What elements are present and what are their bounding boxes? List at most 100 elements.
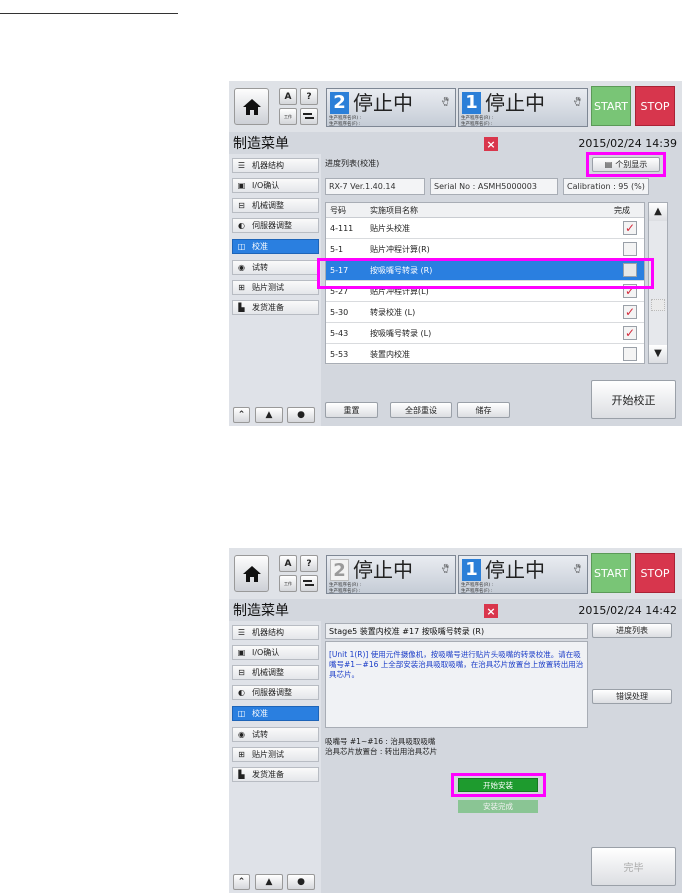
sidebar-item-io-check[interactable]: ▣ I/O确认 bbox=[232, 178, 319, 193]
start-button[interactable]: START bbox=[591, 553, 631, 593]
home-button[interactable] bbox=[234, 555, 269, 592]
servo-icon: ◐ bbox=[238, 688, 245, 697]
highlight-box bbox=[451, 773, 546, 797]
empty-checkbox[interactable] bbox=[623, 347, 637, 361]
help-button[interactable]: ? bbox=[300, 88, 318, 105]
finish-button[interactable]: 完毕 bbox=[591, 847, 676, 886]
test-run-icon: ◉ bbox=[238, 730, 245, 739]
header-bar: A ? 工作 2 停止中 🖐︎ 生产程序名(R) : 生产程序名(F) : 1 停… bbox=[229, 81, 682, 132]
table-row[interactable]: 5-53 装置内校准 bbox=[326, 344, 644, 365]
double-chevron-up-icon: ⌃ bbox=[237, 877, 246, 887]
scroll-down-arrow-icon[interactable]: ▼ bbox=[649, 345, 667, 363]
machine-icon: ⊟ bbox=[238, 201, 245, 210]
empty-checkbox[interactable] bbox=[623, 242, 637, 256]
sidebar-item-machine-structure[interactable]: ☰ 机器结构 bbox=[232, 158, 319, 173]
datetime: 2015/02/24 14:39 bbox=[578, 137, 677, 150]
sidebar-item-servo-adjust[interactable]: ◐ 伺服器调整 bbox=[232, 218, 319, 233]
row-name: 转录校准 (L) bbox=[370, 308, 416, 317]
sidebar-item-placement-test[interactable]: ⊞ 贴片测试 bbox=[232, 747, 319, 762]
sidebar-item-io-check[interactable]: ▣ I/O确认 bbox=[232, 645, 319, 660]
row-code: 5-1 bbox=[330, 245, 344, 254]
main-content: 进度列表(校准) ▤ 个别显示 RX-7 Ver.1.40.14 Serial N… bbox=[317, 152, 679, 426]
row-code: 5-30 bbox=[330, 308, 349, 317]
warning-button[interactable]: ▲ bbox=[255, 874, 283, 890]
sidebar-item-calibration[interactable]: ◫ 校准 bbox=[232, 706, 319, 721]
stage-status: 停止中 bbox=[485, 91, 545, 115]
table-row[interactable]: 5-30 转录校准 (L) ✓ bbox=[326, 302, 644, 323]
close-button[interactable]: × bbox=[484, 604, 498, 618]
sidebar-item-calibration[interactable]: ◫ 校准 bbox=[232, 239, 319, 254]
program-name-lines: 生产程序名(R) : 生产程序名(F) : bbox=[329, 116, 362, 127]
work-button[interactable]: 工作 bbox=[279, 108, 297, 125]
test-run-icon: ◉ bbox=[238, 263, 245, 272]
sidebar-item-test-run[interactable]: ◉ 试转 bbox=[232, 260, 319, 275]
table-row[interactable]: 5-1 贴片冲程计算(R) bbox=[326, 239, 644, 260]
machine-icon: 🖐︎ bbox=[441, 564, 449, 575]
home-button[interactable] bbox=[234, 88, 269, 125]
collapse-button[interactable]: ⌃ bbox=[233, 407, 250, 423]
step-title: Stage5 装置内校准 #17 按吸嘴号转录 (R) bbox=[325, 623, 588, 639]
a-icon[interactable]: A bbox=[279, 88, 297, 105]
scroll-up-arrow-icon[interactable]: ▲ bbox=[649, 203, 667, 221]
calibration-icon: ◫ bbox=[237, 709, 246, 718]
table-row[interactable]: 4-111 贴片头校准 ✓ bbox=[326, 218, 644, 239]
stage-number: 1 bbox=[462, 92, 481, 114]
reset-button[interactable]: 重置 bbox=[325, 402, 378, 418]
machine-icon: 🖐︎ bbox=[441, 97, 449, 108]
stage-1-status[interactable]: 1 停止中 🖐︎ 生产程序名(R) : 生产程序名(F) : bbox=[458, 555, 588, 594]
highlight-box bbox=[586, 152, 666, 177]
info-icon: ● bbox=[297, 410, 305, 420]
info-button[interactable]: ● bbox=[287, 874, 315, 890]
info-icon: ● bbox=[297, 877, 305, 887]
error-handling-button[interactable]: 错误处理 bbox=[592, 689, 672, 704]
instruction-text: [Unit 1(R)] 使用元件摄像机，按吸嘴号进行贴片头吸嘴的转录校准。请在吸… bbox=[325, 641, 588, 728]
sidebar-item-servo-adjust[interactable]: ◐ 伺服器调整 bbox=[232, 685, 319, 700]
collapse-button[interactable]: ⌃ bbox=[233, 874, 250, 890]
help-button[interactable]: ? bbox=[300, 555, 318, 572]
top-rule bbox=[0, 13, 178, 14]
checkmark-icon[interactable]: ✓ bbox=[623, 305, 637, 319]
calibration-icon: ◫ bbox=[237, 242, 246, 251]
sidebar-item-mechanical-adjust[interactable]: ⊟ 机械调整 bbox=[232, 665, 319, 680]
col-code: 号码 bbox=[330, 206, 346, 215]
sidebar-item-shipping-prep[interactable]: ▙ 发货准备 bbox=[232, 767, 319, 782]
work-button[interactable]: 工作 bbox=[279, 575, 297, 592]
close-button[interactable]: × bbox=[484, 137, 498, 151]
checkmark-icon[interactable]: ✓ bbox=[623, 326, 637, 340]
stage-status: 停止中 bbox=[353, 91, 413, 115]
progress-list-label: 进度列表(校准) bbox=[325, 159, 380, 168]
start-calibration-button[interactable]: 开始校正 bbox=[591, 380, 676, 419]
stop-button[interactable]: STOP bbox=[635, 553, 675, 593]
reset-all-button[interactable]: 全部重设 bbox=[390, 402, 452, 418]
sidebar-item-shipping-prep[interactable]: ▙ 发货准备 bbox=[232, 300, 319, 315]
sidebar-item-mechanical-adjust[interactable]: ⊟ 机械调整 bbox=[232, 198, 319, 213]
row-name: 贴片冲程计算(R) bbox=[370, 245, 430, 254]
row-name: 按吸嘴号转录 (L) bbox=[370, 329, 432, 338]
progress-list-button[interactable]: 进度列表 bbox=[592, 623, 672, 638]
start-button[interactable]: START bbox=[591, 86, 631, 126]
datetime: 2015/02/24 14:42 bbox=[578, 604, 677, 617]
version-field: RX-7 Ver.1.40.14 bbox=[325, 178, 425, 195]
sidebar-item-test-run[interactable]: ◉ 试转 bbox=[232, 727, 319, 742]
warning-button[interactable]: ▲ bbox=[255, 407, 283, 423]
table-row[interactable]: 5-43 按吸嘴号转录 (L) ✓ bbox=[326, 323, 644, 344]
stage-2-status[interactable]: 2 停止中 🖐︎ 生产程序名(R) : 生产程序名(F) : bbox=[326, 555, 456, 594]
home-icon bbox=[242, 565, 261, 582]
sidebar: ☰ 机器结构 ▣ I/O确认 ⊟ 机械调整 ◐ 伺服器调整 ◫ 校准 ◉ 试转 ⊞ 贴片测试 … bbox=[229, 621, 321, 893]
stage-1-status[interactable]: 1 停止中 🖐︎ 生产程序名(R) : 生产程序名(F) : bbox=[458, 88, 588, 127]
placement-icon: ⊞ bbox=[238, 283, 245, 292]
a-icon[interactable]: A bbox=[279, 555, 297, 572]
stop-button[interactable]: STOP bbox=[635, 86, 675, 126]
info-button[interactable]: ● bbox=[287, 407, 315, 423]
install-complete-button[interactable]: 安装完成 bbox=[458, 800, 538, 813]
list-icon[interactable] bbox=[300, 108, 318, 125]
page-title: 制造菜单 bbox=[233, 136, 289, 152]
stage-2-status[interactable]: 2 停止中 🖐︎ 生产程序名(R) : 生产程序名(F) : bbox=[326, 88, 456, 127]
scroll-thumb[interactable] bbox=[651, 299, 665, 311]
list-icon[interactable] bbox=[300, 575, 318, 592]
sidebar-item-machine-structure[interactable]: ☰ 机器结构 bbox=[232, 625, 319, 640]
header-bar: A ? 工作 2 停止中 🖐︎ 生产程序名(R) : 生产程序名(F) : 1 停… bbox=[229, 548, 682, 599]
sidebar-item-placement-test[interactable]: ⊞ 贴片测试 bbox=[232, 280, 319, 295]
checkmark-icon[interactable]: ✓ bbox=[623, 221, 637, 235]
save-button[interactable]: 储存 bbox=[457, 402, 510, 418]
